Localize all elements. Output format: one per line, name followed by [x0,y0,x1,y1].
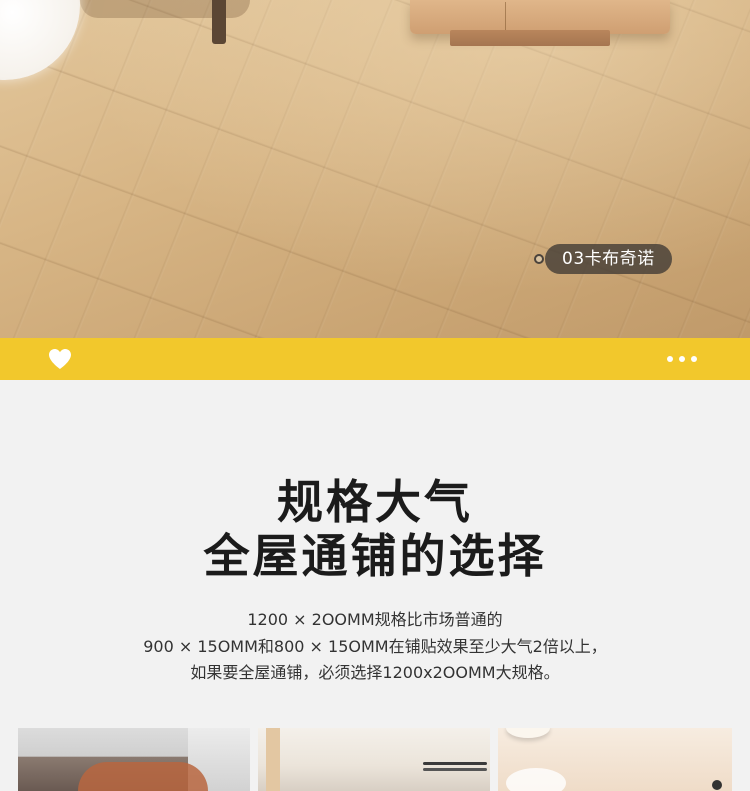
description-line-2: 900 × 15OMM和800 × 15OMM在铺贴效果至少大气2倍以上， [143,637,607,656]
product-name-tag: 03卡布奇诺 [545,244,672,274]
room-photo-living-room [258,728,490,791]
headline-line-1: 规格大气 [277,475,473,529]
heart-icon[interactable] [48,348,72,370]
sofa-leg [212,0,226,44]
plant-decoration [712,780,722,790]
globe-lamp [0,0,80,80]
description-line-1: 1200 × 2OOMM规格比市场普通的 [247,610,503,629]
headline-line-2: 全屋通铺的选择 [203,529,547,583]
description-line-3: 如果要全屋通铺，必须选择1200x2OOMM大规格。 [190,663,560,682]
action-bar [0,338,750,380]
more-dots-icon[interactable] [664,350,702,368]
room-photo-dining-room [498,728,732,791]
tv-cabinet [410,0,670,34]
tag-pin-icon [534,254,544,264]
room-photo-bedroom [18,728,250,791]
hero-floor-photo: 03卡布奇诺 [0,0,750,338]
tv-cabinet-base [450,30,610,46]
